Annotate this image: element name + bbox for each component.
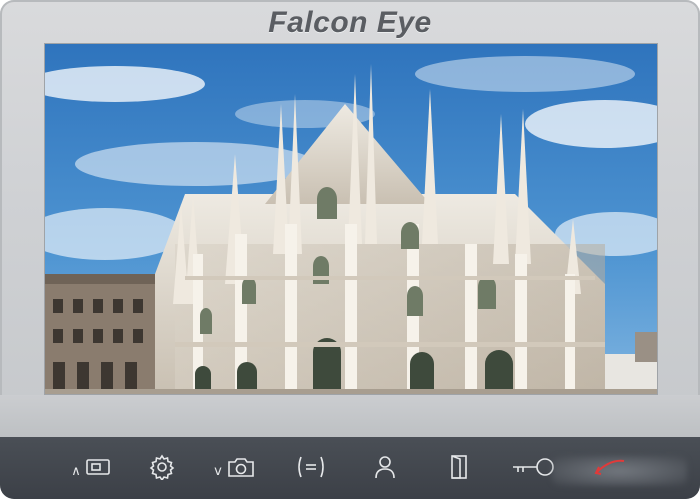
- gear-icon: [149, 454, 175, 480]
- settings-button[interactable]: [146, 448, 178, 486]
- door-button[interactable]: [444, 448, 474, 486]
- brand-logo: Falcon Eye: [268, 6, 432, 39]
- hangup-button[interactable]: [590, 448, 630, 486]
- camera-feed-image: [45, 44, 657, 394]
- user-button[interactable]: [370, 448, 400, 486]
- monitor-up-button[interactable]: ∧: [66, 448, 116, 486]
- monitor-up-icon: [85, 457, 111, 477]
- phone-hangup-icon: [593, 457, 627, 477]
- lower-bezel: [0, 395, 700, 437]
- intercom-monitor: Falcon Eye ∧ v: [0, 0, 700, 499]
- video-screen: [44, 43, 658, 395]
- intercom-icon: [294, 454, 328, 480]
- down-arrow-icon: v: [214, 463, 222, 479]
- key-icon: [510, 456, 556, 478]
- door-icon: [448, 454, 470, 480]
- snapshot-button[interactable]: v: [208, 448, 262, 486]
- up-arrow-icon: ∧: [71, 463, 81, 479]
- intercom-button[interactable]: [292, 448, 330, 486]
- unlock-button[interactable]: [508, 448, 558, 486]
- user-icon: [373, 454, 397, 480]
- camera-down-icon: [226, 456, 256, 478]
